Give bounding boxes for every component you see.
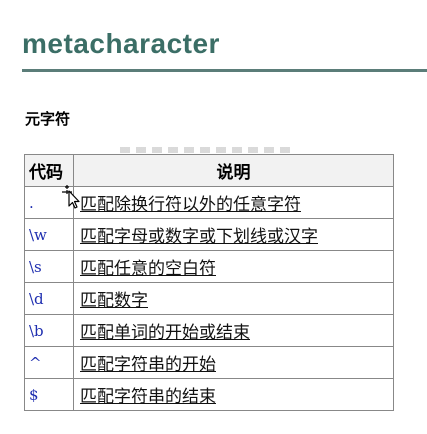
row-description-link[interactable]: 匹配除换行符以外的任意字符 (73, 186, 394, 219)
row-description-link[interactable]: 匹配字母或数字或下划线或汉字 (73, 218, 394, 251)
row-description-link[interactable]: 匹配任意的空白符 (73, 250, 394, 283)
title-divider (22, 69, 427, 72)
table-row: \d 匹配数字 (24, 282, 394, 315)
row-description-link[interactable]: 匹配数字 (73, 282, 394, 315)
table-row: \b 匹配单词的开始或结束 (24, 314, 394, 347)
row-code: $ (24, 378, 74, 411)
table-row: $ 匹配字符串的结束 (24, 378, 394, 411)
row-description-link[interactable]: 匹配单词的开始或结束 (73, 314, 394, 347)
table-header-row: 代码 说明 (24, 154, 394, 187)
move-cursor-icon (62, 185, 80, 209)
row-code: ^ (24, 346, 74, 379)
row-description-link[interactable]: 匹配字符串的结束 (73, 378, 394, 411)
faint-caption-strip (120, 147, 295, 153)
row-code: \s (24, 250, 74, 283)
row-code: \b (24, 314, 74, 347)
row-description-link[interactable]: 匹配字符串的开始 (73, 346, 394, 379)
row-code: \d (24, 282, 74, 315)
table-row: \w 匹配字母或数字或下划线或汉字 (24, 218, 394, 251)
row-code: \w (24, 218, 74, 251)
section-label: 元字符 (25, 110, 71, 128)
header-code: 代码 (24, 154, 74, 187)
header-description: 说明 (73, 154, 394, 187)
table-row: \s 匹配任意的空白符 (24, 250, 394, 283)
table-row: ^ 匹配字符串的开始 (24, 346, 394, 379)
page-title: metacharacter (22, 28, 220, 59)
